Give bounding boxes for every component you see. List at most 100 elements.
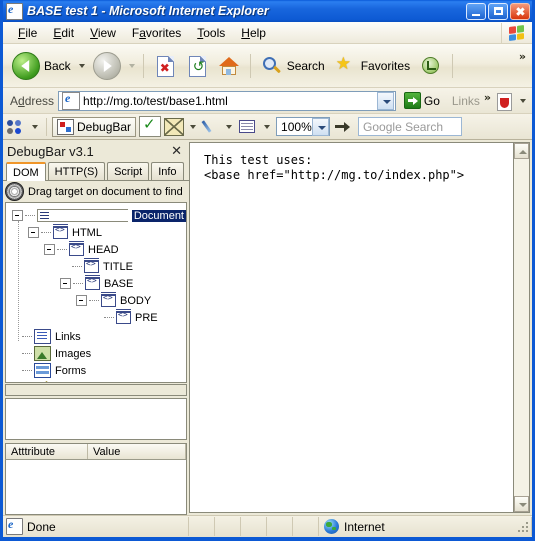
scroll-up-icon[interactable] bbox=[514, 143, 529, 159]
refresh-button[interactable]: ↺ bbox=[181, 50, 213, 82]
tab-dom[interactable]: DOM bbox=[6, 162, 46, 181]
back-button-label: Back bbox=[44, 58, 71, 73]
dots-dropdown-icon[interactable] bbox=[32, 124, 38, 129]
tree-connector bbox=[41, 231, 51, 234]
tree-node-html[interactable]: HTML bbox=[12, 224, 186, 241]
mail-icon[interactable] bbox=[164, 117, 185, 136]
address-input[interactable]: http://mg.to/test/base1.html bbox=[58, 90, 396, 111]
refresh-icon: ↺ bbox=[186, 55, 208, 77]
column-header-value[interactable]: Value bbox=[88, 444, 186, 459]
star-icon: ★ bbox=[335, 53, 351, 74]
images-icon bbox=[34, 346, 51, 361]
expander-icon[interactable] bbox=[28, 227, 39, 238]
minimize-button[interactable] bbox=[466, 2, 486, 20]
forward-button[interactable] bbox=[88, 50, 126, 82]
column-header-attribute[interactable]: Atttribute bbox=[6, 444, 88, 459]
tag-icon bbox=[84, 258, 99, 273]
tree-horizontal-scrollbar[interactable] bbox=[5, 384, 187, 396]
menu-view[interactable]: View bbox=[82, 24, 124, 42]
pointer-icon[interactable] bbox=[333, 118, 355, 136]
tab-https[interactable]: HTTP(S) bbox=[47, 162, 106, 180]
scroll-down-icon[interactable] bbox=[514, 496, 529, 512]
toolbar-overflow-icon[interactable]: » bbox=[519, 50, 526, 63]
ruler-icon[interactable] bbox=[238, 118, 258, 135]
color-picker-icon[interactable] bbox=[202, 118, 220, 136]
globe-icon bbox=[324, 519, 339, 534]
detail-pane[interactable] bbox=[5, 398, 187, 440]
debugbar-toolbar: DebugBar 100% Google Search bbox=[3, 114, 532, 140]
back-dropdown-icon[interactable] bbox=[78, 63, 85, 68]
validate-icon[interactable] bbox=[139, 115, 162, 137]
debugbar-panel: DebugBar v3.1 ✕ DOM HTTP(S) Script Info bbox=[3, 140, 189, 515]
back-button[interactable]: Back bbox=[7, 50, 76, 82]
favorites-button[interactable]: ★ Favorites bbox=[330, 50, 415, 82]
tree-node-scripts[interactable]: Scripts bbox=[12, 379, 186, 383]
page-document[interactable]: This test uses: <base href="http://mg.to… bbox=[189, 142, 513, 513]
tree-node-title[interactable]: TITLE bbox=[12, 258, 186, 275]
go-button[interactable]: Go bbox=[400, 92, 444, 109]
resize-grip-icon[interactable] bbox=[516, 520, 530, 534]
tree-node-base[interactable]: BASE bbox=[12, 275, 186, 292]
history-button[interactable] bbox=[415, 50, 447, 82]
forward-arrow-icon bbox=[92, 51, 121, 80]
tab-script[interactable]: Script bbox=[107, 162, 150, 180]
content-vertical-scrollbar[interactable] bbox=[513, 142, 530, 513]
db-divider bbox=[46, 117, 47, 136]
dom-tree[interactable]: Document HTML HEAD bbox=[5, 202, 187, 383]
navigation-toolbar: Back ✖ ↺ Search ★ Favorites » bbox=[3, 44, 532, 88]
ruler-dropdown-icon[interactable] bbox=[264, 124, 271, 129]
tree-node-pre[interactable]: PRE bbox=[12, 309, 186, 326]
mail-dropdown-icon[interactable] bbox=[190, 124, 197, 129]
home-button[interactable] bbox=[213, 50, 245, 82]
stop-icon: ✖ bbox=[154, 55, 176, 77]
expander-icon[interactable] bbox=[44, 244, 55, 255]
tree-node-images[interactable]: Images bbox=[12, 345, 186, 362]
tree-node-document[interactable]: Document bbox=[12, 207, 186, 224]
color-picker-dropdown-icon[interactable] bbox=[226, 124, 233, 129]
links-overflow-icon[interactable]: » bbox=[484, 91, 491, 104]
tree-node-body[interactable]: BODY bbox=[12, 292, 186, 309]
search-icon bbox=[261, 55, 283, 77]
debugbar-tabs: DOM HTTP(S) Script Info bbox=[3, 162, 189, 181]
menu-tools[interactable]: Tools bbox=[189, 24, 233, 42]
browser-chrome: File Edit View Favorites Tools Help Back bbox=[3, 22, 532, 537]
expander-icon[interactable] bbox=[76, 295, 87, 306]
acrobat-dropdown-icon[interactable] bbox=[520, 98, 526, 103]
tree-node-head[interactable]: HEAD bbox=[12, 241, 186, 258]
tree-node-links[interactable]: Links bbox=[12, 328, 186, 345]
back-arrow-icon bbox=[12, 51, 40, 80]
tree-connector bbox=[25, 214, 35, 217]
tab-dom-label: DOM bbox=[13, 166, 39, 179]
address-bar: Address http://mg.to/test/base1.html Go … bbox=[3, 88, 532, 114]
stop-button[interactable]: ✖ bbox=[149, 50, 181, 82]
dots-icon[interactable] bbox=[6, 118, 26, 136]
menu-favorites[interactable]: Favorites bbox=[124, 24, 189, 42]
menu-edit[interactable]: Edit bbox=[45, 24, 82, 42]
maximize-button[interactable] bbox=[488, 2, 508, 20]
go-arrow-icon bbox=[403, 92, 421, 109]
security-zone-cell[interactable]: Internet bbox=[319, 517, 532, 536]
menu-help[interactable]: Help bbox=[233, 24, 274, 42]
attribute-table-body[interactable] bbox=[5, 460, 187, 515]
tree-label: TITLE bbox=[103, 260, 133, 273]
zoom-select[interactable]: 100% bbox=[276, 117, 331, 136]
expander-icon[interactable] bbox=[60, 278, 71, 289]
search-button[interactable]: Search bbox=[256, 50, 330, 82]
target-icon[interactable] bbox=[5, 182, 24, 201]
debugbar-button[interactable]: DebugBar bbox=[52, 116, 137, 137]
panel-close-icon[interactable]: ✕ bbox=[171, 144, 185, 159]
acrobat-icon[interactable] bbox=[495, 92, 513, 111]
expander-icon[interactable] bbox=[12, 210, 23, 221]
links-label[interactable]: Links bbox=[448, 94, 480, 108]
close-button[interactable] bbox=[510, 2, 530, 20]
tree-label: PRE bbox=[135, 311, 158, 324]
debugbar-panel-header: DebugBar v3.1 ✕ bbox=[3, 140, 189, 162]
tab-info[interactable]: Info bbox=[151, 162, 184, 180]
tree-connector bbox=[57, 248, 67, 251]
zoom-dropdown-icon[interactable] bbox=[311, 117, 329, 136]
address-dropdown-icon[interactable] bbox=[376, 91, 394, 110]
document-icon bbox=[37, 209, 128, 222]
menu-file[interactable]: File bbox=[10, 24, 45, 42]
google-search-input[interactable]: Google Search bbox=[358, 117, 463, 136]
tree-node-forms[interactable]: Forms bbox=[12, 362, 186, 379]
